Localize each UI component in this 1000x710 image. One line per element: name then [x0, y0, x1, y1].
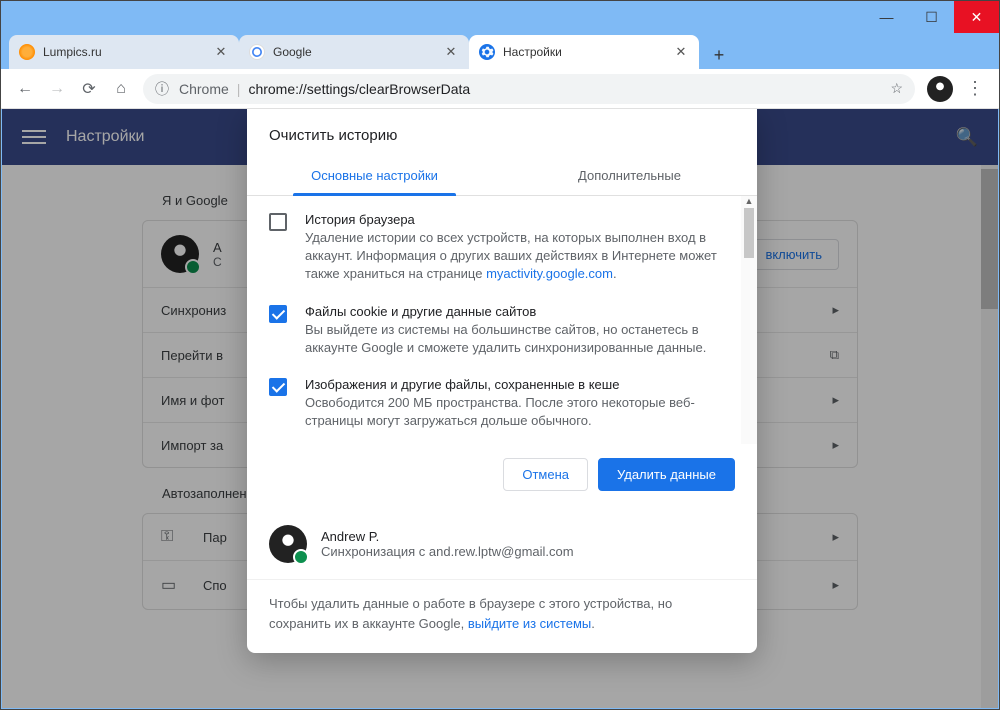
- tab-title: Google: [273, 45, 443, 59]
- tab-title: Lumpics.ru: [43, 45, 213, 59]
- reload-button[interactable]: ⟳: [73, 73, 105, 105]
- tab-close-icon[interactable]: ✕: [443, 44, 459, 60]
- checkbox-cache[interactable]: [269, 378, 287, 396]
- clear-data-button[interactable]: Удалить данные: [598, 458, 735, 491]
- close-button[interactable]: ✕: [954, 1, 999, 33]
- tab-google[interactable]: Google ✕: [239, 35, 469, 69]
- home-button[interactable]: ⌂: [105, 73, 137, 105]
- option-cookies: Файлы cookie и другие данные сайтов Вы в…: [247, 294, 757, 367]
- favicon-settings-icon: [479, 44, 495, 60]
- back-button[interactable]: ←: [9, 73, 41, 105]
- sync-user-name: Andrew P.: [321, 529, 574, 544]
- site-info-icon[interactable]: ⓘ: [155, 79, 169, 99]
- minimize-button[interactable]: —: [864, 1, 909, 33]
- favicon-google-icon: [249, 44, 265, 60]
- url-text: chrome://settings/clearBrowserData: [248, 81, 470, 97]
- cancel-button[interactable]: Отмена: [503, 458, 588, 491]
- window-titlebar: — ☐ ✕: [1, 1, 999, 33]
- favicon-lumpics-icon: [19, 44, 35, 60]
- option-browsing-history: История браузера Удаление истории со все…: [247, 202, 757, 294]
- checkbox-history[interactable]: [269, 213, 287, 231]
- tab-close-icon[interactable]: ✕: [213, 44, 229, 60]
- chrome-menu-button[interactable]: ⋮: [959, 73, 991, 105]
- sync-note: Чтобы удалить данные о работе в браузере…: [247, 579, 757, 653]
- omnibox[interactable]: ⓘ Chrome | chrome://settings/clearBrowse…: [143, 74, 915, 104]
- sync-account-info: Andrew P. Синхронизация с and.rew.lptw@g…: [247, 509, 757, 573]
- bookmark-star-icon[interactable]: ☆: [890, 80, 903, 97]
- option-title: Файлы cookie и другие данные сайтов: [305, 304, 729, 319]
- url-scheme: Chrome: [179, 81, 229, 97]
- profile-avatar[interactable]: [927, 76, 953, 102]
- option-cache: Изображения и другие файлы, сохраненные …: [247, 367, 757, 440]
- address-bar: ← → ⟳ ⌂ ⓘ Chrome | chrome://settings/cle…: [1, 69, 999, 109]
- option-desc: Удаление истории со всех устройств, на к…: [305, 229, 729, 284]
- new-tab-button[interactable]: +: [705, 41, 733, 69]
- sign-out-link[interactable]: выйдите из системы: [468, 616, 591, 631]
- tab-close-icon[interactable]: ✕: [673, 44, 689, 60]
- tab-basic[interactable]: Основные настройки: [247, 158, 502, 195]
- clear-browsing-data-dialog: Очистить историю Основные настройки Допо…: [247, 109, 757, 653]
- dialog-title: Очистить историю: [247, 109, 757, 158]
- tab-strip: Lumpics.ru ✕ Google ✕ Настройки ✕ +: [1, 33, 999, 69]
- forward-button[interactable]: →: [41, 73, 73, 105]
- sync-user-email: Синхронизация с and.rew.lptw@gmail.com: [321, 544, 574, 559]
- tab-advanced[interactable]: Дополнительные: [502, 158, 757, 195]
- sync-badge-icon: [293, 549, 309, 565]
- option-title: Изображения и другие файлы, сохраненные …: [305, 377, 729, 392]
- avatar: [269, 525, 307, 563]
- option-desc: Освободится 200 МБ пространства. После э…: [305, 394, 729, 430]
- option-title: История браузера: [305, 212, 729, 227]
- tab-lumpics[interactable]: Lumpics.ru ✕: [9, 35, 239, 69]
- myactivity-link[interactable]: myactivity.google.com: [486, 266, 613, 281]
- checkbox-cookies[interactable]: [269, 305, 287, 323]
- tab-title: Настройки: [503, 45, 673, 59]
- maximize-button[interactable]: ☐: [909, 1, 954, 33]
- dialog-scrollbar[interactable]: ▲: [741, 196, 757, 444]
- option-desc: Вы выйдете из системы на большинстве сай…: [305, 321, 729, 357]
- tab-settings[interactable]: Настройки ✕: [469, 35, 699, 69]
- dialog-tabs: Основные настройки Дополнительные: [247, 158, 757, 196]
